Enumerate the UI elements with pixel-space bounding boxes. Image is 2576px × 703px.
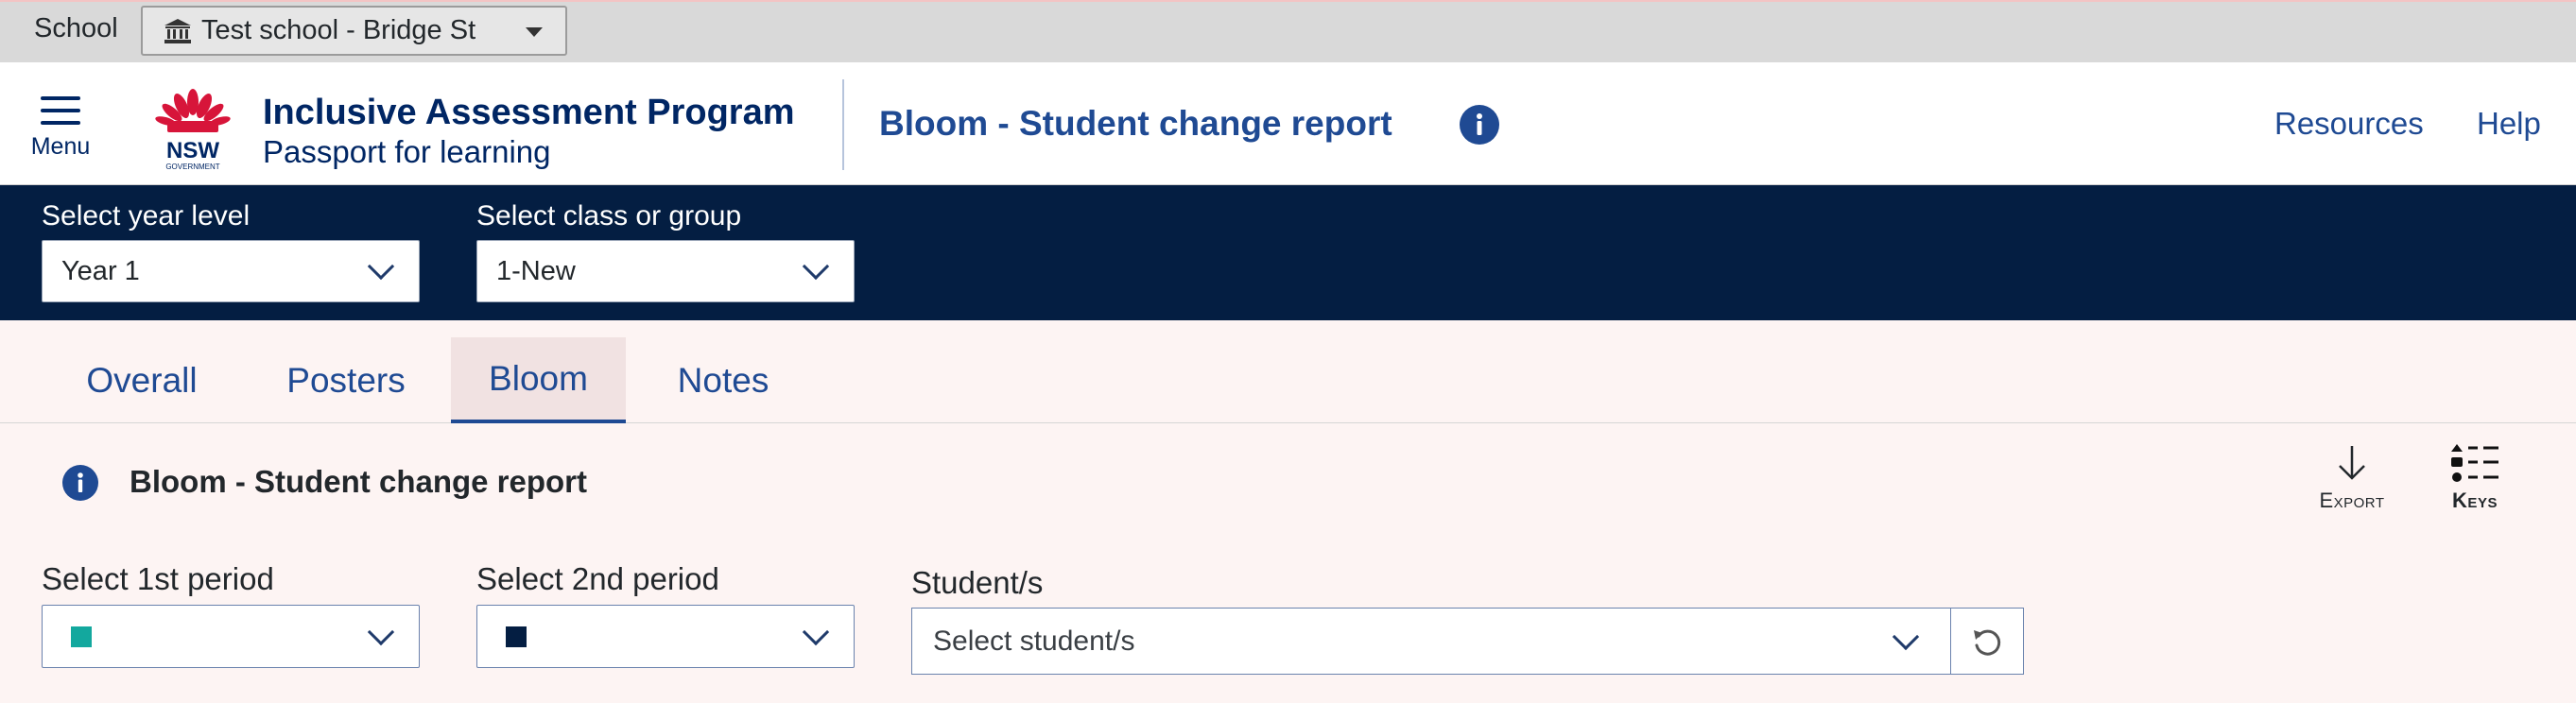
menu-label: Menu <box>30 133 91 160</box>
period2-select[interactable] <box>476 605 855 668</box>
year-level-label: Select year level <box>42 200 251 231</box>
class-group-label: Select class or group <box>476 200 742 231</box>
period1-color-swatch <box>71 626 92 647</box>
reset-students-button[interactable] <box>1950 608 2024 675</box>
chevron-down-icon <box>1892 623 1920 651</box>
menu-button[interactable]: Menu <box>25 96 96 172</box>
app-title: Inclusive Assessment Program <box>263 93 795 132</box>
year-level-value: Year 1 <box>61 255 140 286</box>
reset-icon <box>1974 629 2001 656</box>
keys-button[interactable]: Keys <box>2439 442 2511 513</box>
chevron-down-icon <box>367 252 395 281</box>
nsw-government-logo: NSW GOVERNMENT <box>155 89 231 171</box>
logo-text: NSW <box>166 138 219 163</box>
school-select-value: Test school - Bridge St <box>201 15 476 45</box>
school-select[interactable]: Test school - Bridge St <box>141 6 567 56</box>
tab-bloom[interactable]: Bloom <box>451 337 626 423</box>
period1-select[interactable] <box>42 605 420 668</box>
caret-down-icon <box>526 27 543 37</box>
hamburger-icon <box>41 96 80 125</box>
chevron-down-icon <box>367 618 395 646</box>
tab-overall[interactable]: Overall <box>49 337 234 423</box>
info-icon[interactable] <box>62 465 98 501</box>
export-label: Export <box>2319 489 2385 512</box>
app-subtitle: Passport for learning <box>263 134 551 169</box>
period2-color-swatch <box>506 626 527 647</box>
nav-link-help[interactable]: Help <box>2477 106 2541 142</box>
period1-label: Select 1st period <box>42 561 274 596</box>
class-group-select[interactable]: 1-New <box>476 240 855 302</box>
chevron-down-icon <box>802 618 830 646</box>
nav-link-resources[interactable]: Resources <box>2274 106 2424 142</box>
school-label: School <box>34 13 118 43</box>
keys-label: Keys <box>2452 489 2498 512</box>
bank-icon <box>164 18 191 43</box>
legend-keys-icon <box>2451 444 2498 482</box>
page-title: Bloom - Student change report <box>879 104 1392 143</box>
students-placeholder: Select student/s <box>933 625 1135 657</box>
header-divider <box>842 79 844 170</box>
export-button[interactable]: Export <box>2312 442 2392 513</box>
period2-label: Select 2nd period <box>476 561 719 596</box>
tab-notes[interactable]: Notes <box>645 337 802 423</box>
info-icon[interactable] <box>1460 105 1499 145</box>
report-tabs: Overall Posters Bloom Notes <box>0 320 2576 423</box>
class-group-value: 1-New <box>496 255 576 286</box>
school-bar: School Test school - Bridge St <box>0 0 2576 62</box>
content-title: Bloom - Student change report <box>130 464 588 499</box>
chevron-down-icon <box>802 252 830 281</box>
logo-subtext: GOVERNMENT <box>165 163 219 171</box>
app-header: Menu NSW GOVERNMENT Inclusive Assessment… <box>0 62 2576 185</box>
year-level-select[interactable]: Year 1 <box>42 240 420 302</box>
students-label: Student/s <box>911 565 1044 600</box>
filter-band: Select year level Year 1 Select class or… <box>0 185 2576 320</box>
download-arrow-icon <box>2339 446 2365 480</box>
tab-posters[interactable]: Posters <box>253 337 439 423</box>
students-select[interactable]: Select student/s <box>911 608 1951 675</box>
